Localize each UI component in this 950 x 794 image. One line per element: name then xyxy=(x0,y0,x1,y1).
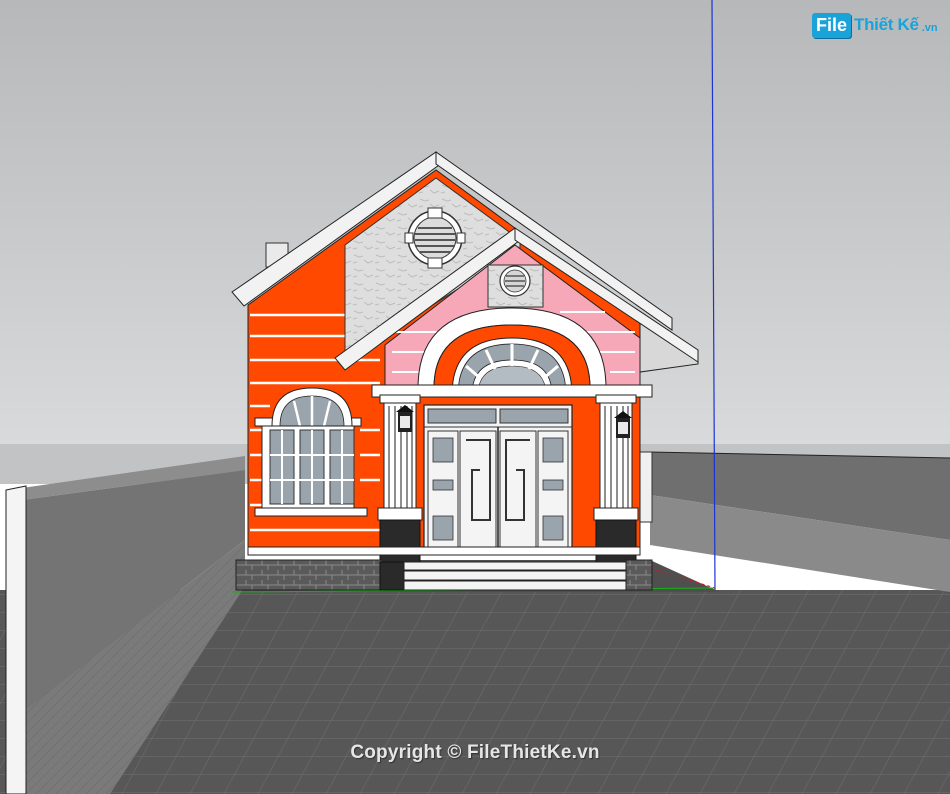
plinth-right xyxy=(625,559,653,591)
site-logo[interactable]: File Thiết Kế .vn xyxy=(812,10,938,40)
logo-text: Thiết Kế xyxy=(854,15,919,34)
logo-badge: File xyxy=(812,12,852,38)
model-scene[interactable] xyxy=(0,0,950,794)
sketchup-viewport[interactable]: File Thiết Kế .vn Copyright © FileThietK… xyxy=(0,0,950,794)
door-icon[interactable] xyxy=(423,404,573,554)
wall-band xyxy=(247,546,641,556)
copyright-watermark: Copyright © FileThietKe.vn xyxy=(350,742,600,763)
front-steps xyxy=(379,561,627,591)
plinth-left xyxy=(235,559,383,591)
vent-icon xyxy=(499,265,531,297)
logo-ext: .vn xyxy=(921,22,938,34)
